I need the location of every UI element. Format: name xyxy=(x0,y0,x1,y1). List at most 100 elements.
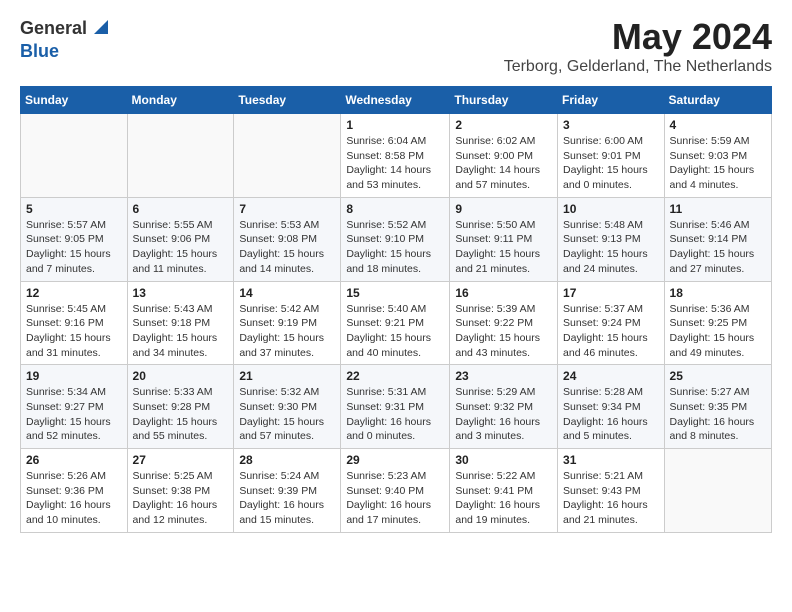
calendar-table: SundayMondayTuesdayWednesdayThursdayFrid… xyxy=(20,86,772,533)
calendar-cell: 23Sunrise: 5:29 AMSunset: 9:32 PMDayligh… xyxy=(450,365,558,449)
day-info: Sunrise: 5:40 AMSunset: 9:21 PMDaylight:… xyxy=(346,302,444,361)
day-number: 2 xyxy=(455,118,552,132)
day-info: Sunrise: 5:28 AMSunset: 9:34 PMDaylight:… xyxy=(563,385,659,444)
day-info: Sunrise: 5:34 AMSunset: 9:27 PMDaylight:… xyxy=(26,385,122,444)
day-info: Sunrise: 5:21 AMSunset: 9:43 PMDaylight:… xyxy=(563,469,659,528)
calendar-cell: 10Sunrise: 5:48 AMSunset: 9:13 PMDayligh… xyxy=(558,197,665,281)
day-of-week-header: Wednesday xyxy=(341,87,450,114)
day-info: Sunrise: 5:24 AMSunset: 9:39 PMDaylight:… xyxy=(239,469,335,528)
day-info: Sunrise: 5:57 AMSunset: 9:05 PMDaylight:… xyxy=(26,218,122,277)
calendar-week-row: 1Sunrise: 6:04 AMSunset: 8:58 PMDaylight… xyxy=(21,114,772,198)
calendar-cell: 7Sunrise: 5:53 AMSunset: 9:08 PMDaylight… xyxy=(234,197,341,281)
calendar-cell: 3 Sunrise: 6:00 AMSunset: 9:01 PMDaylight… xyxy=(558,114,665,198)
calendar-cell: 17 Sunrise: 5:37 AMSunset: 9:24 PMDayligh… xyxy=(558,281,665,365)
logo: General Blue xyxy=(20,16,108,62)
day-info: Sunrise: 6:02 AMSunset: 9:00 PMDaylight:… xyxy=(455,134,552,193)
calendar-week-row: 26Sunrise: 5:26 AMSunset: 9:36 PMDayligh… xyxy=(21,449,772,533)
calendar-cell: 1Sunrise: 6:04 AMSunset: 8:58 PMDaylight… xyxy=(341,114,450,198)
day-number: 28 xyxy=(239,453,335,467)
day-number: 11 xyxy=(670,202,766,216)
day-number: 14 xyxy=(239,286,335,300)
calendar-cell xyxy=(127,114,234,198)
calendar-header-row: SundayMondayTuesdayWednesdayThursdayFrid… xyxy=(21,87,772,114)
day-number: 20 xyxy=(133,369,229,383)
calendar-cell: 19 Sunrise: 5:34 AMSunset: 9:27 PMDayligh… xyxy=(21,365,128,449)
calendar-cell: 4 Sunrise: 5:59 AMSunset: 9:03 PMDaylight… xyxy=(664,114,771,198)
day-number: 27 xyxy=(133,453,229,467)
calendar-cell: 11 Sunrise: 5:46 AMSunset: 9:14 PMDayligh… xyxy=(664,197,771,281)
calendar-cell: 9 Sunrise: 5:50 AMSunset: 9:11 PMDaylight… xyxy=(450,197,558,281)
day-number: 29 xyxy=(346,453,444,467)
logo-blue-text: Blue xyxy=(20,41,59,62)
day-info: Sunrise: 5:36 AMSunset: 9:25 PMDaylight:… xyxy=(670,302,766,361)
day-info: Sunrise: 5:59 AMSunset: 9:03 PMDaylight:… xyxy=(670,134,766,193)
day-number: 7 xyxy=(239,202,335,216)
page-header: General Blue May 2024 Terborg, Gelderlan… xyxy=(20,16,772,76)
day-number: 17 xyxy=(563,286,659,300)
day-info: Sunrise: 5:46 AMSunset: 9:14 PMDaylight:… xyxy=(670,218,766,277)
calendar-week-row: 19 Sunrise: 5:34 AMSunset: 9:27 PMDayligh… xyxy=(21,365,772,449)
month-year-title: May 2024 xyxy=(504,16,772,58)
calendar-cell: 27Sunrise: 5:25 AMSunset: 9:38 PMDayligh… xyxy=(127,449,234,533)
calendar-cell: 28 Sunrise: 5:24 AMSunset: 9:39 PMDayligh… xyxy=(234,449,341,533)
day-number: 31 xyxy=(563,453,659,467)
calendar-cell: 16 Sunrise: 5:39 AMSunset: 9:22 PMDayligh… xyxy=(450,281,558,365)
calendar-cell: 21 Sunrise: 5:32 AMSunset: 9:30 PMDayligh… xyxy=(234,365,341,449)
day-of-week-header: Friday xyxy=(558,87,665,114)
calendar-cell: 6 Sunrise: 5:55 AMSunset: 9:06 PMDaylight… xyxy=(127,197,234,281)
day-number: 8 xyxy=(346,202,444,216)
day-number: 26 xyxy=(26,453,122,467)
logo-icon xyxy=(90,18,108,36)
day-of-week-header: Thursday xyxy=(450,87,558,114)
day-info: Sunrise: 6:00 AMSunset: 9:01 PMDaylight:… xyxy=(563,134,659,193)
calendar-cell: 20 Sunrise: 5:33 AMSunset: 9:28 PMDayligh… xyxy=(127,365,234,449)
day-info: Sunrise: 5:48 AMSunset: 9:13 PMDaylight:… xyxy=(563,218,659,277)
day-info: Sunrise: 5:37 AMSunset: 9:24 PMDaylight:… xyxy=(563,302,659,361)
day-info: Sunrise: 5:50 AMSunset: 9:11 PMDaylight:… xyxy=(455,218,552,277)
day-number: 21 xyxy=(239,369,335,383)
day-info: Sunrise: 5:33 AMSunset: 9:28 PMDaylight:… xyxy=(133,385,229,444)
day-of-week-header: Tuesday xyxy=(234,87,341,114)
day-number: 6 xyxy=(133,202,229,216)
day-info: Sunrise: 5:55 AMSunset: 9:06 PMDaylight:… xyxy=(133,218,229,277)
day-info: Sunrise: 5:52 AMSunset: 9:10 PMDaylight:… xyxy=(346,218,444,277)
day-number: 23 xyxy=(455,369,552,383)
day-info: Sunrise: 5:27 AMSunset: 9:35 PMDaylight:… xyxy=(670,385,766,444)
calendar-cell: 30 Sunrise: 5:22 AMSunset: 9:41 PMDayligh… xyxy=(450,449,558,533)
calendar-cell: 29 Sunrise: 5:23 AMSunset: 9:40 PMDayligh… xyxy=(341,449,450,533)
calendar-cell: 22Sunrise: 5:31 AMSunset: 9:31 PMDayligh… xyxy=(341,365,450,449)
day-info: Sunrise: 5:39 AMSunset: 9:22 PMDaylight:… xyxy=(455,302,552,361)
day-info: Sunrise: 5:32 AMSunset: 9:30 PMDaylight:… xyxy=(239,385,335,444)
calendar-week-row: 12Sunrise: 5:45 AMSunset: 9:16 PMDayligh… xyxy=(21,281,772,365)
calendar-cell: 25 Sunrise: 5:27 AMSunset: 9:35 PMDayligh… xyxy=(664,365,771,449)
day-number: 4 xyxy=(670,118,766,132)
day-of-week-header: Monday xyxy=(127,87,234,114)
calendar-cell: 5Sunrise: 5:57 AMSunset: 9:05 PMDaylight… xyxy=(21,197,128,281)
calendar-cell: 18Sunrise: 5:36 AMSunset: 9:25 PMDayligh… xyxy=(664,281,771,365)
day-info: Sunrise: 5:43 AMSunset: 9:18 PMDaylight:… xyxy=(133,302,229,361)
day-number: 9 xyxy=(455,202,552,216)
day-info: Sunrise: 6:04 AMSunset: 8:58 PMDaylight:… xyxy=(346,134,444,193)
day-number: 24 xyxy=(563,369,659,383)
day-info: Sunrise: 5:22 AMSunset: 9:41 PMDaylight:… xyxy=(455,469,552,528)
calendar-cell: 8 Sunrise: 5:52 AMSunset: 9:10 PMDaylight… xyxy=(341,197,450,281)
day-number: 19 xyxy=(26,369,122,383)
calendar-cell: 24 Sunrise: 5:28 AMSunset: 9:34 PMDayligh… xyxy=(558,365,665,449)
day-number: 30 xyxy=(455,453,552,467)
day-of-week-header: Saturday xyxy=(664,87,771,114)
calendar-cell xyxy=(234,114,341,198)
calendar-cell xyxy=(21,114,128,198)
calendar-cell: 12Sunrise: 5:45 AMSunset: 9:16 PMDayligh… xyxy=(21,281,128,365)
title-section: May 2024 Terborg, Gelderland, The Nether… xyxy=(504,16,772,76)
logo-general-text: General xyxy=(20,18,87,39)
calendar-cell xyxy=(664,449,771,533)
day-number: 25 xyxy=(670,369,766,383)
day-number: 16 xyxy=(455,286,552,300)
calendar-cell: 31 Sunrise: 5:21 AMSunset: 9:43 PMDayligh… xyxy=(558,449,665,533)
day-number: 13 xyxy=(133,286,229,300)
day-number: 3 xyxy=(563,118,659,132)
day-number: 12 xyxy=(26,286,122,300)
calendar-cell: 2 Sunrise: 6:02 AMSunset: 9:00 PMDaylight… xyxy=(450,114,558,198)
day-info: Sunrise: 5:42 AMSunset: 9:19 PMDaylight:… xyxy=(239,302,335,361)
day-info: Sunrise: 5:23 AMSunset: 9:40 PMDaylight:… xyxy=(346,469,444,528)
